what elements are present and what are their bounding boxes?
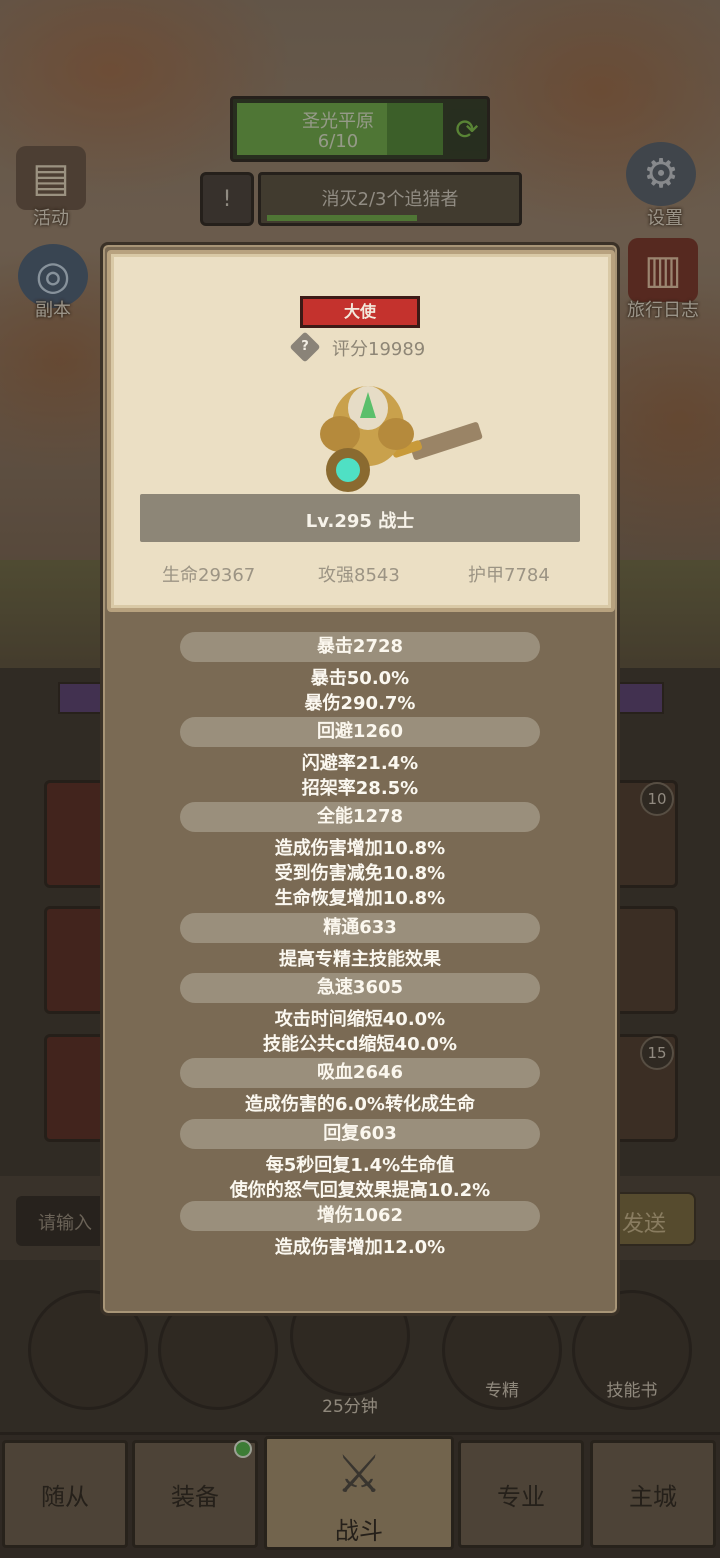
stat-detail: 每5秒回复1.4%生命值 (265, 1155, 455, 1176)
stat-header-damage-bonus: 增伤1062 (180, 1201, 540, 1231)
score-text: 评分19989 (332, 339, 426, 360)
rank-badge: 大使 (300, 296, 420, 328)
stat-detail: 提高专精主技能效果 (279, 949, 441, 970)
stat-detail: 造成伤害增加10.8% (274, 838, 446, 859)
stat-detail: 招架率28.5% (301, 778, 419, 799)
hp-stat: 生命29367 (162, 565, 256, 586)
stat-detail: 技能公共cd缩短40.0% (262, 1034, 457, 1055)
stat-header-haste: 急速3605 (180, 973, 540, 1003)
stat-detail: 闪避率21.4% (301, 753, 419, 774)
stat-detail: 暴击50.0% (310, 668, 410, 689)
stat-header-versatility: 全能1278 (180, 802, 540, 832)
stat-detail: 使你的怒气回复效果提高10.2% (229, 1180, 491, 1201)
level-banner: Lv.295 战士 (140, 494, 580, 542)
warrior-avatar (320, 386, 483, 492)
help-icon[interactable]: ? (289, 331, 321, 363)
stat-header-lifesteal: 吸血2646 (180, 1058, 540, 1088)
stat-header-avoidance: 回避1260 (180, 717, 540, 747)
stat-detail: 受到伤害减免10.8% (274, 863, 446, 884)
stat-detail: 暴伤290.7% (304, 693, 416, 714)
armor-stat: 护甲7784 (468, 565, 550, 586)
stat-header-regen: 回复603 (180, 1119, 540, 1149)
warrior-figure (320, 386, 483, 492)
stat-detail: 攻击时间缩短40.0% (274, 1009, 446, 1030)
stat-header-crit: 暴击2728 (180, 632, 540, 662)
stat-header-mastery: 精通633 (180, 913, 540, 943)
stat-detail: 造成伤害的6.0%转化成生命 (245, 1094, 475, 1115)
level-title: Lv.295 战士 (305, 511, 415, 532)
attack-stat: 攻强8543 (318, 565, 400, 586)
stat-detail: 生命恢复增加10.8% (274, 888, 446, 909)
stat-detail: 造成伤害增加12.0% (274, 1237, 446, 1258)
